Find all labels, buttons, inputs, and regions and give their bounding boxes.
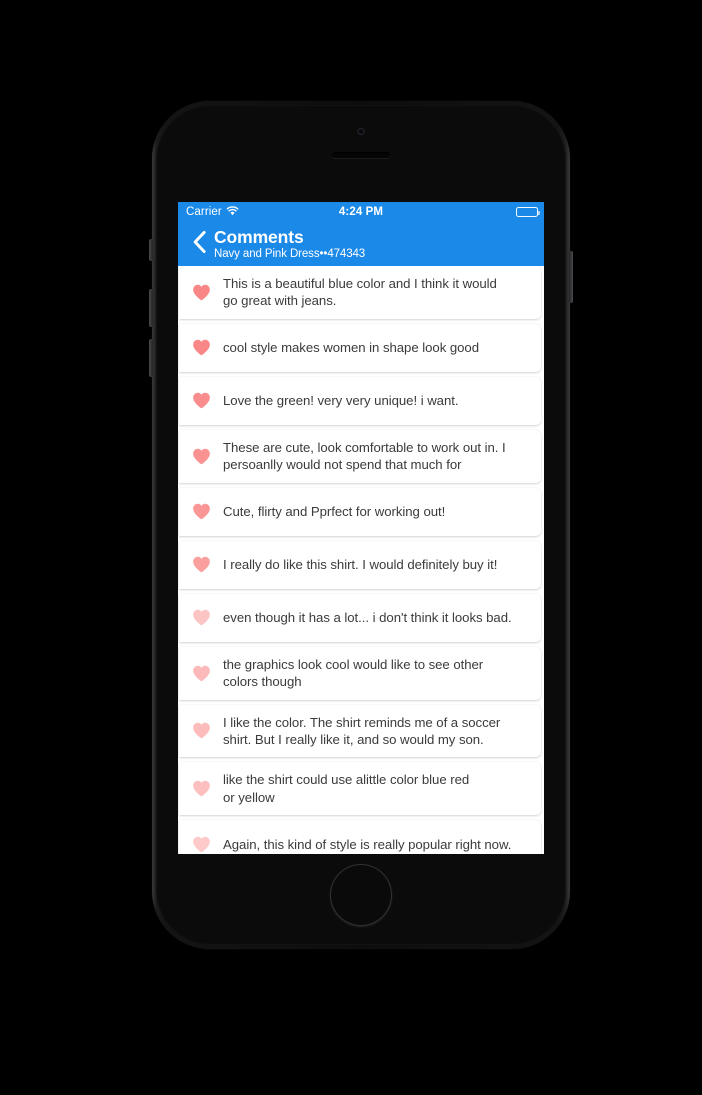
heart-icon[interactable] <box>191 339 211 356</box>
iphone-device-frame: Carrier 4:24 PM Comments Navy and Pink D… <box>149 101 573 949</box>
comment-row[interactable]: This is a beautiful blue color and I thi… <box>179 266 541 319</box>
earpiece-speaker <box>332 152 390 158</box>
status-bar-left: Carrier <box>186 205 239 219</box>
comment-row[interactable]: Love the green! very very unique! i want… <box>179 376 541 425</box>
heart-icon[interactable] <box>191 503 211 520</box>
power-button[interactable] <box>569 251 573 303</box>
screenshot-canvas: Carrier 4:24 PM Comments Navy and Pink D… <box>0 0 702 1095</box>
heart-icon[interactable] <box>191 448 211 465</box>
phone-screen: Carrier 4:24 PM Comments Navy and Pink D… <box>178 202 544 854</box>
comment-text: This is a beautiful blue color and I thi… <box>223 276 497 309</box>
page-subtitle: Navy and Pink Dress••474343 <box>214 247 366 260</box>
comment-row[interactable]: the graphics look cool would like to see… <box>179 646 541 700</box>
heart-icon[interactable] <box>191 609 211 626</box>
heart-icon[interactable] <box>191 836 211 853</box>
comment-text: the graphics look cool would like to see… <box>223 656 484 690</box>
status-bar-right <box>516 207 540 217</box>
comment-row[interactable]: These are cute, look comfortable to work… <box>179 429 541 483</box>
heart-icon[interactable] <box>191 665 211 682</box>
comment-row[interactable]: Cute, flirty and Pprfect for working out… <box>179 487 541 536</box>
comment-text: Cute, flirty and Pprfect for working out… <box>223 503 446 519</box>
comment-row[interactable]: cool style makes women in shape look goo… <box>179 323 541 372</box>
comment-text: These are cute, look comfortable to work… <box>223 439 506 473</box>
nav-title-group: Comments Navy and Pink Dress••474343 <box>214 228 365 260</box>
comment-text: Love the green! very very unique! i want… <box>223 393 459 409</box>
chevron-left-icon <box>192 230 207 259</box>
front-camera <box>357 128 365 135</box>
comment-text: like the shirt could use alittle color b… <box>223 772 470 805</box>
heart-icon[interactable] <box>191 722 211 739</box>
silent-switch[interactable] <box>149 239 153 261</box>
volume-down-button[interactable] <box>149 339 153 377</box>
battery-icon <box>516 207 540 217</box>
comment-text: even though it has a lot... i don't thin… <box>223 609 512 625</box>
comment-text: I really do like this shirt. I would def… <box>223 556 498 572</box>
volume-up-button[interactable] <box>149 289 153 327</box>
page-title: Comments <box>214 227 304 248</box>
comment-list[interactable]: This is a beautiful blue color and I thi… <box>178 266 544 854</box>
status-bar: Carrier 4:24 PM <box>178 202 544 222</box>
comment-text: cool style makes women in shape look goo… <box>223 340 479 356</box>
home-button[interactable] <box>330 864 392 926</box>
comment-row[interactable]: Again, this kind of style is really popu… <box>179 820 541 854</box>
comment-text: Again, this kind of style is really popu… <box>223 836 512 852</box>
heart-icon[interactable] <box>191 392 211 409</box>
heart-icon[interactable] <box>191 284 211 301</box>
navigation-bar: Comments Navy and Pink Dress••474343 <box>178 222 544 266</box>
carrier-label: Carrier <box>186 206 222 218</box>
wifi-icon <box>226 205 239 219</box>
comment-row[interactable]: like the shirt could use alittle color b… <box>179 762 541 816</box>
comment-text: I like the color. The shirt reminds me o… <box>223 714 501 747</box>
back-button[interactable] <box>184 227 214 261</box>
comment-row[interactable]: I really do like this shirt. I would def… <box>179 540 541 589</box>
heart-icon[interactable] <box>191 556 211 573</box>
heart-icon[interactable] <box>191 780 211 797</box>
comment-row[interactable]: I like the color. The shirt reminds me o… <box>179 704 541 758</box>
comment-row[interactable]: even though it has a lot... i don't thin… <box>179 593 541 642</box>
